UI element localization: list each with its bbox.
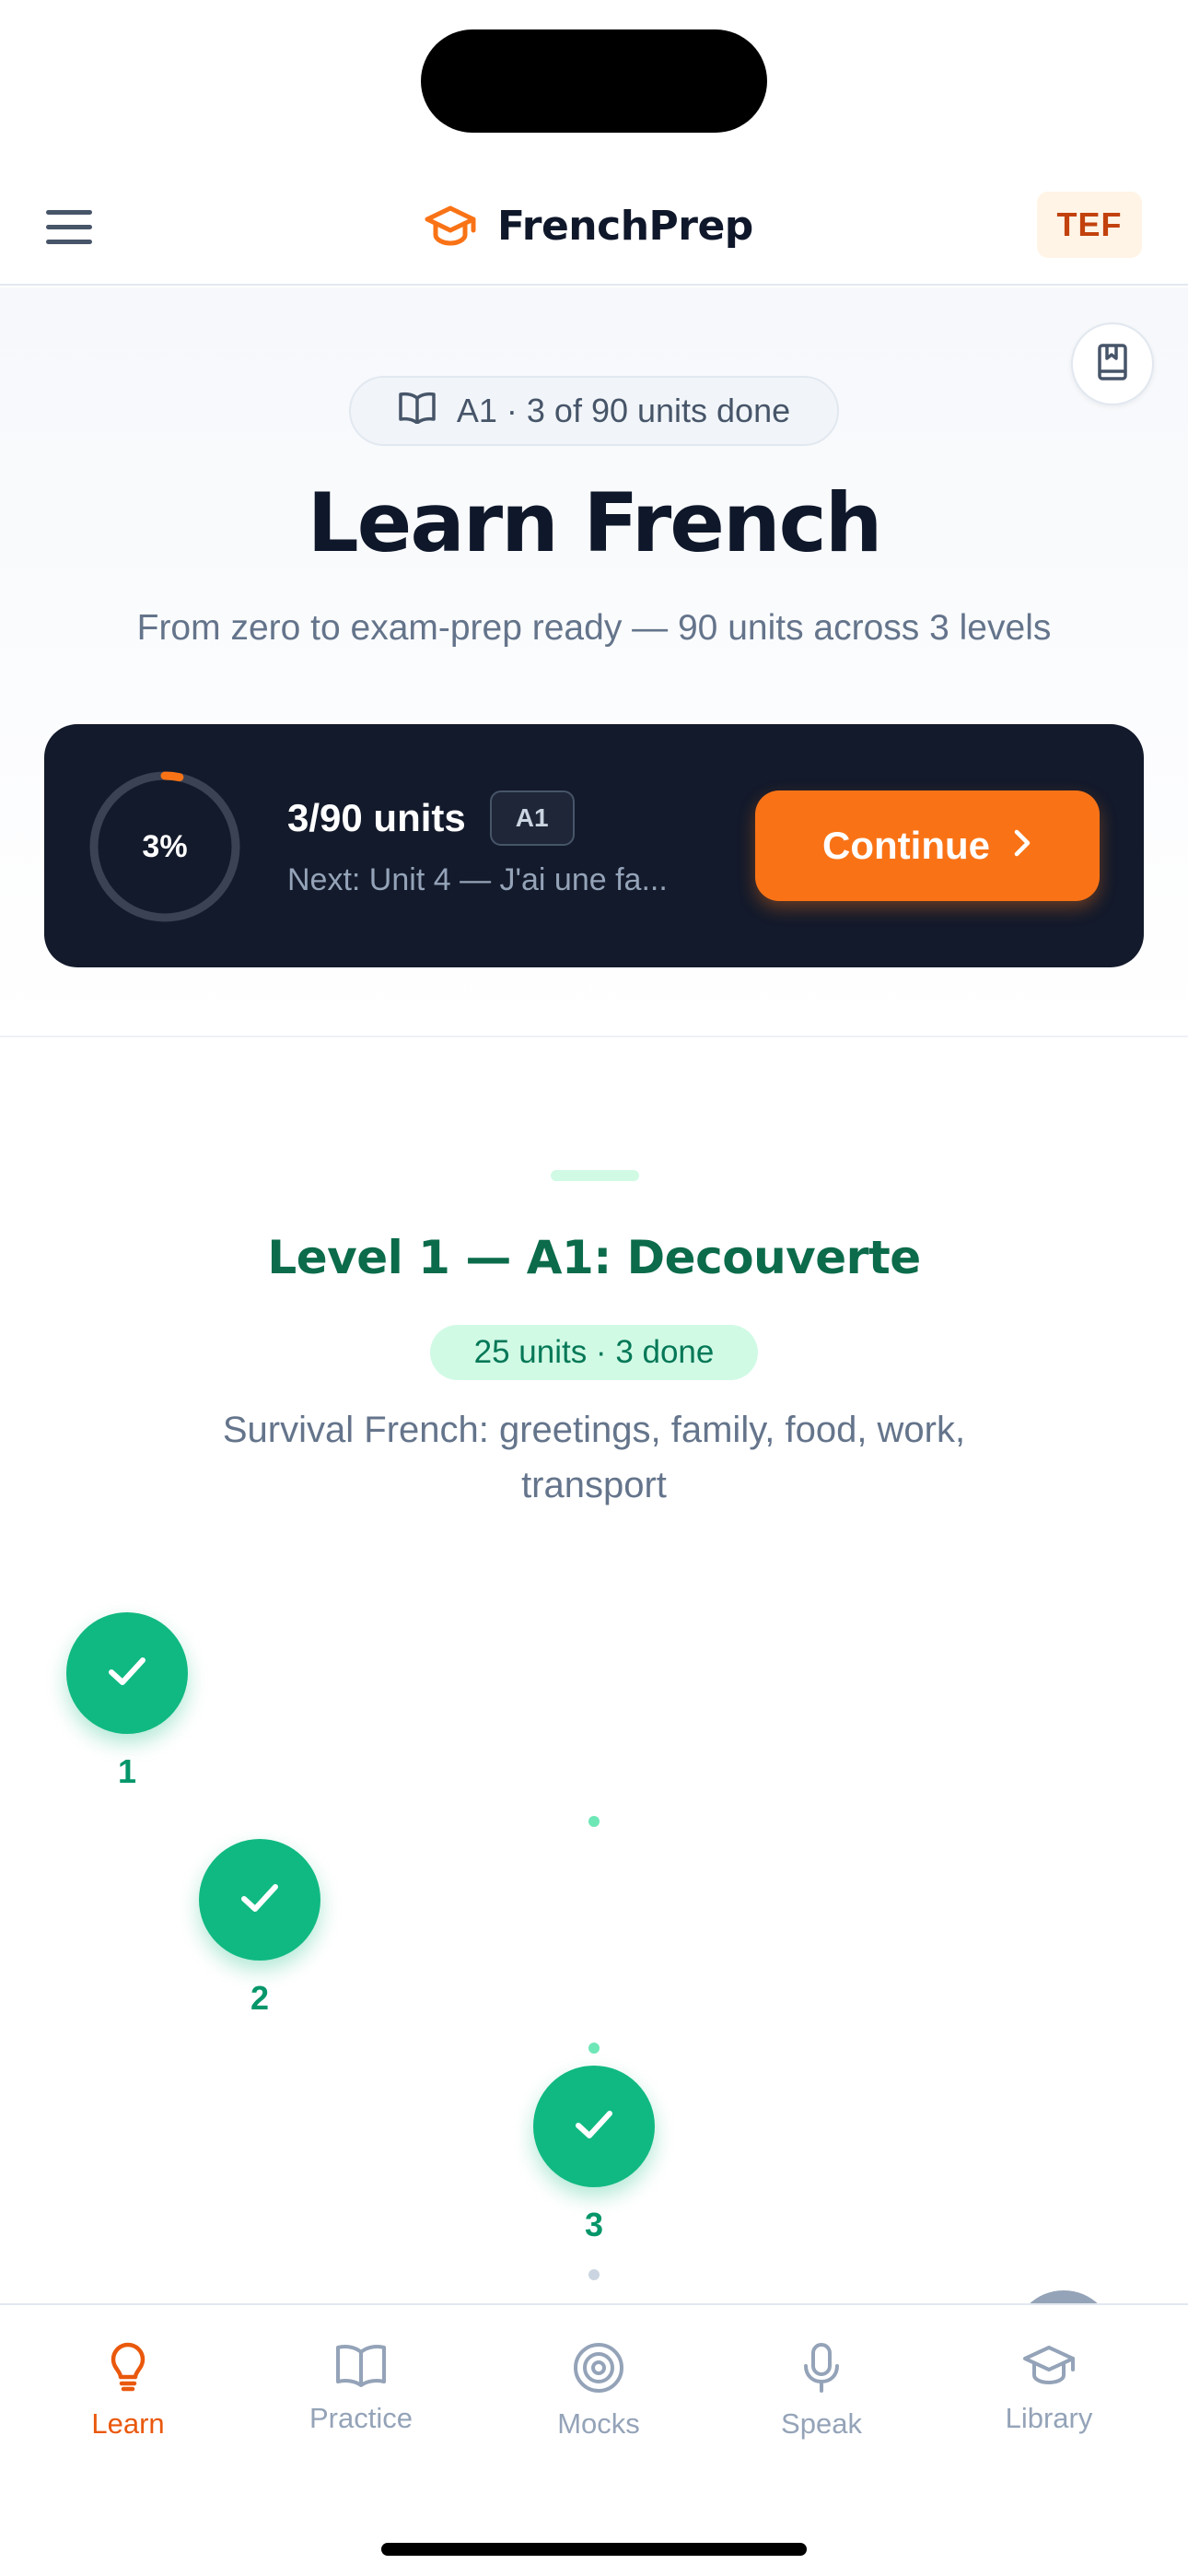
level-description: Survival French: greetings, family, food…: [222, 1410, 966, 1505]
progress-percent: 3%: [142, 828, 188, 864]
top-app-bar: FrenchPrep TEF: [0, 166, 1188, 286]
tab-label-practice: Practice: [309, 2402, 413, 2434]
page-subtitle: From zero to exam-prep ready — 90 units …: [136, 608, 1052, 648]
chevron-right-icon: [1012, 824, 1032, 868]
unit-number-2: 2: [250, 1979, 270, 2017]
lightbulb-icon: [106, 2342, 150, 2398]
continue-button[interactable]: Continue: [755, 790, 1100, 901]
graduation-cap-icon: [1021, 2342, 1077, 2393]
tab-label-learn: Learn: [91, 2407, 165, 2440]
unit-number-1: 1: [117, 1752, 137, 1790]
unit-node-3[interactable]: [533, 2066, 655, 2187]
hamburger-menu-icon[interactable]: [46, 201, 98, 252]
checkmark-icon: [238, 1879, 282, 1921]
dynamic-island: [421, 29, 767, 133]
continue-button-label: Continue: [822, 824, 990, 867]
tab-learn[interactable]: Learn: [36, 2342, 220, 2453]
tab-speak[interactable]: Speak: [729, 2342, 914, 2453]
level-unit-count-badge: 25 units · 3 done: [430, 1325, 758, 1380]
units-row: 3/90 units A1: [287, 790, 575, 846]
microphone-icon: [801, 2342, 842, 2398]
progress-card: 3% 3/90 units A1 Next: Unit 4 — J'ai une…: [44, 724, 1144, 967]
path-dot: [588, 1816, 600, 1827]
saved-lessons-button[interactable]: [1071, 322, 1154, 405]
hero-section: A1 · 3 of 90 units done Learn French Fro…: [0, 287, 1188, 1036]
current-level-chip: A1: [489, 790, 575, 846]
path-dot: [588, 2269, 600, 2280]
open-book-icon: [398, 391, 437, 432]
home-indicator: [381, 2543, 807, 2556]
path-dot: [588, 2043, 600, 2054]
level-title: Level 1 — A1: Decouverte: [267, 1231, 921, 1284]
tab-label-speak: Speak: [781, 2407, 862, 2440]
tab-label-mocks: Mocks: [557, 2407, 640, 2440]
exam-badge[interactable]: TEF: [1037, 192, 1142, 258]
brand-logo: FrenchPrep: [424, 193, 753, 258]
units-progress-text: 3/90 units: [287, 796, 466, 839]
tab-practice[interactable]: Practice: [269, 2342, 453, 2453]
bookmark-book-icon: [1094, 342, 1131, 387]
progress-pill: A1 · 3 of 90 units done: [349, 376, 839, 446]
unit-node-1[interactable]: [66, 1612, 188, 1734]
tab-label-library: Library: [1005, 2402, 1093, 2434]
progress-pill-text: A1 · 3 of 90 units done: [456, 392, 791, 429]
next-unit-text: Next: Unit 4 — J'ai une fa...: [287, 862, 668, 897]
checkmark-icon: [105, 1653, 149, 1694]
target-icon: [573, 2342, 624, 2398]
unit-number-3: 3: [584, 2206, 604, 2243]
page-title: Learn French: [307, 475, 883, 570]
checkmark-icon: [572, 2106, 616, 2148]
tab-mocks[interactable]: Mocks: [507, 2342, 691, 2453]
unit-node-2[interactable]: [199, 1839, 320, 1961]
tab-library[interactable]: Library: [957, 2342, 1141, 2453]
brand-name: FrenchPrep: [497, 202, 753, 250]
level-accent-bar: [551, 1170, 639, 1181]
bottom-tab-bar: Learn Practice Mocks Speak Library: [0, 2303, 1188, 2576]
graduation-cap-icon: [424, 205, 477, 247]
open-book-icon: [334, 2342, 388, 2393]
level-section: Level 1 — A1: Decouverte 25 units · 3 do…: [0, 1037, 1188, 2305]
